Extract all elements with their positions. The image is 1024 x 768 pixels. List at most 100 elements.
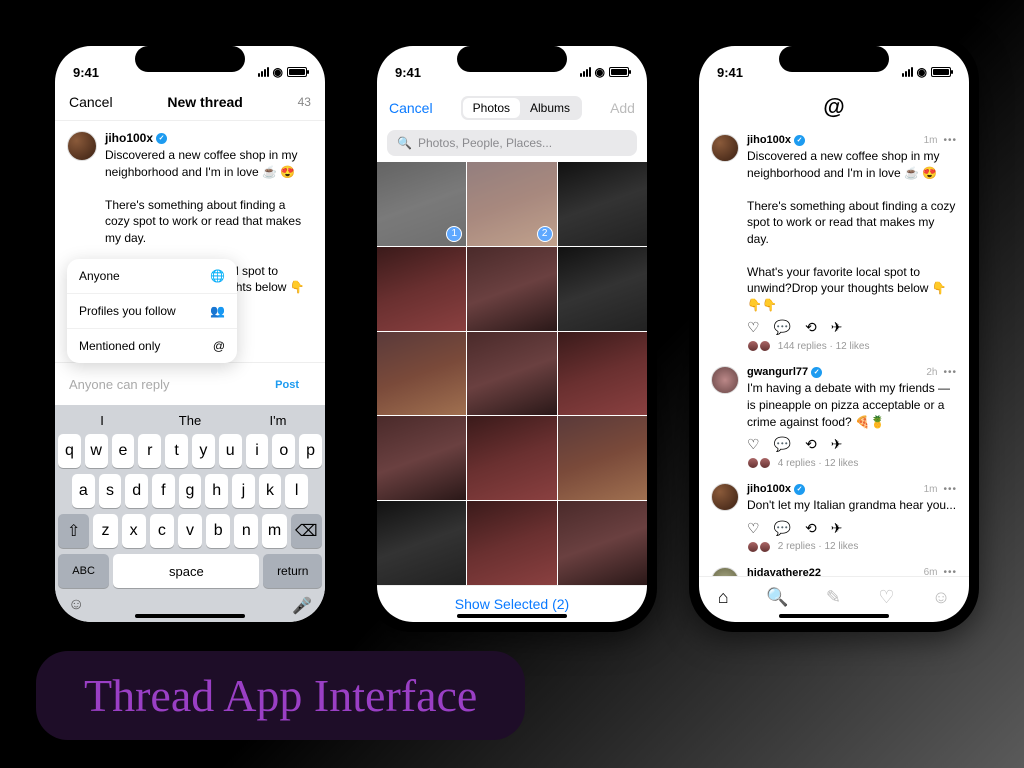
tab-profile-icon[interactable]: ☺ bbox=[932, 587, 950, 608]
key-v[interactable]: v bbox=[178, 514, 202, 548]
reply-option-follow[interactable]: Profiles you follow 👥 bbox=[67, 294, 237, 329]
like-icon[interactable]: ♡ bbox=[747, 520, 760, 537]
username[interactable]: jiho100x ✓ bbox=[105, 131, 313, 145]
key-a[interactable]: a bbox=[72, 474, 95, 508]
threads-logo-icon[interactable]: @ bbox=[823, 94, 844, 119]
suggestion[interactable]: I'm bbox=[234, 413, 322, 428]
home-indicator[interactable] bbox=[457, 614, 567, 618]
key-l[interactable]: l bbox=[285, 474, 308, 508]
key-s[interactable]: s bbox=[99, 474, 122, 508]
emoji-icon[interactable]: ☺ bbox=[68, 596, 84, 616]
key-b[interactable]: b bbox=[206, 514, 230, 548]
mic-icon[interactable]: 🎤 bbox=[292, 596, 312, 616]
key-j[interactable]: j bbox=[232, 474, 255, 508]
suggestion[interactable]: The bbox=[146, 413, 234, 428]
tab-compose-icon[interactable]: ✎ bbox=[826, 587, 841, 608]
home-indicator[interactable] bbox=[135, 614, 245, 618]
like-icon[interactable]: ♡ bbox=[747, 319, 760, 336]
key-return[interactable]: return bbox=[263, 554, 322, 588]
photo-cell[interactable] bbox=[377, 416, 466, 500]
share-icon[interactable]: ✈ bbox=[831, 436, 843, 453]
key-y[interactable]: y bbox=[192, 434, 215, 468]
more-icon[interactable]: ••• bbox=[943, 367, 957, 378]
key-q[interactable]: q bbox=[58, 434, 81, 468]
share-icon[interactable]: ✈ bbox=[831, 520, 843, 537]
more-icon[interactable]: ••• bbox=[943, 484, 957, 495]
photo-cell[interactable] bbox=[467, 501, 556, 585]
photo-cell[interactable] bbox=[467, 247, 556, 331]
photo-cell[interactable] bbox=[377, 501, 466, 585]
suggestion[interactable]: I bbox=[58, 413, 146, 428]
key-i[interactable]: i bbox=[246, 434, 269, 468]
home-indicator[interactable] bbox=[779, 614, 889, 618]
engagement[interactable]: 2 replies · 12 likes bbox=[778, 541, 859, 552]
key-o[interactable]: o bbox=[272, 434, 295, 468]
key-h[interactable]: h bbox=[205, 474, 228, 508]
reply-icon[interactable]: 💬 bbox=[774, 520, 791, 537]
key-delete[interactable]: ⌫ bbox=[291, 514, 322, 548]
key-m[interactable]: m bbox=[262, 514, 286, 548]
key-d[interactable]: d bbox=[125, 474, 148, 508]
reply-icon[interactable]: 💬 bbox=[774, 436, 791, 453]
photo-cell[interactable] bbox=[558, 332, 647, 416]
engagement[interactable]: 4 replies · 12 likes bbox=[778, 458, 859, 469]
photo-cell[interactable] bbox=[467, 332, 556, 416]
more-icon[interactable]: ••• bbox=[943, 135, 957, 146]
share-icon[interactable]: ✈ bbox=[831, 319, 843, 336]
engagement[interactable]: 144 replies · 12 likes bbox=[778, 341, 870, 352]
key-c[interactable]: c bbox=[150, 514, 174, 548]
key-shift[interactable]: ⇧ bbox=[58, 514, 89, 548]
avatar[interactable] bbox=[67, 131, 97, 161]
key-n[interactable]: n bbox=[234, 514, 258, 548]
reply-option-mentioned[interactable]: Mentioned only @ bbox=[67, 329, 237, 363]
like-icon[interactable]: ♡ bbox=[747, 436, 760, 453]
key-g[interactable]: g bbox=[179, 474, 202, 508]
key-abc[interactable]: ABC bbox=[58, 554, 109, 588]
key-z[interactable]: z bbox=[93, 514, 117, 548]
more-icon[interactable]: ••• bbox=[943, 567, 957, 576]
photo-cell[interactable] bbox=[558, 247, 647, 331]
tab-activity-icon[interactable]: ♡ bbox=[878, 587, 894, 608]
photo-cell[interactable] bbox=[558, 162, 647, 246]
username[interactable]: hidayathere22 bbox=[747, 567, 821, 576]
avatar[interactable] bbox=[711, 134, 739, 162]
reply-option-anyone[interactable]: Anyone 🌐 bbox=[67, 259, 237, 294]
username[interactable]: jiho100x✓ bbox=[747, 134, 805, 146]
avatar[interactable] bbox=[711, 483, 739, 511]
tab-search-icon[interactable]: 🔍 bbox=[766, 587, 788, 608]
key-r[interactable]: r bbox=[138, 434, 161, 468]
repost-icon[interactable]: ⟲ bbox=[805, 520, 817, 537]
username[interactable]: gwangurl77✓ bbox=[747, 366, 822, 378]
feed[interactable]: jiho100x✓ 1m••• Discovered a new coffee … bbox=[699, 126, 969, 576]
search-input[interactable]: 🔍 Photos, People, Places... bbox=[387, 130, 637, 156]
photo-cell[interactable] bbox=[377, 332, 466, 416]
key-e[interactable]: e bbox=[112, 434, 135, 468]
username[interactable]: jiho100x✓ bbox=[747, 483, 805, 495]
cancel-button[interactable]: Cancel bbox=[69, 94, 113, 110]
post-button[interactable]: Post bbox=[263, 371, 311, 397]
key-u[interactable]: u bbox=[219, 434, 242, 468]
avatar[interactable] bbox=[711, 366, 739, 394]
repost-icon[interactable]: ⟲ bbox=[805, 319, 817, 336]
tab-albums[interactable]: Albums bbox=[520, 98, 580, 118]
photo-cell[interactable]: 2 bbox=[467, 162, 556, 246]
photo-cell[interactable] bbox=[558, 501, 647, 585]
cancel-button[interactable]: Cancel bbox=[389, 100, 433, 116]
tab-home-icon[interactable]: ⌂ bbox=[718, 587, 729, 608]
key-w[interactable]: w bbox=[85, 434, 108, 468]
key-f[interactable]: f bbox=[152, 474, 175, 508]
photo-cell[interactable] bbox=[377, 247, 466, 331]
photo-cell[interactable]: 1 bbox=[377, 162, 466, 246]
photo-cell[interactable] bbox=[558, 416, 647, 500]
reply-icon[interactable]: 💬 bbox=[774, 319, 791, 336]
photo-cell[interactable] bbox=[467, 416, 556, 500]
key-p[interactable]: p bbox=[299, 434, 322, 468]
key-x[interactable]: x bbox=[122, 514, 146, 548]
key-space[interactable]: space bbox=[113, 554, 259, 588]
repost-icon[interactable]: ⟲ bbox=[805, 436, 817, 453]
key-t[interactable]: t bbox=[165, 434, 188, 468]
avatar[interactable] bbox=[711, 567, 739, 576]
key-k[interactable]: k bbox=[259, 474, 282, 508]
add-button[interactable]: Add bbox=[610, 100, 635, 116]
tab-photos[interactable]: Photos bbox=[463, 98, 520, 118]
